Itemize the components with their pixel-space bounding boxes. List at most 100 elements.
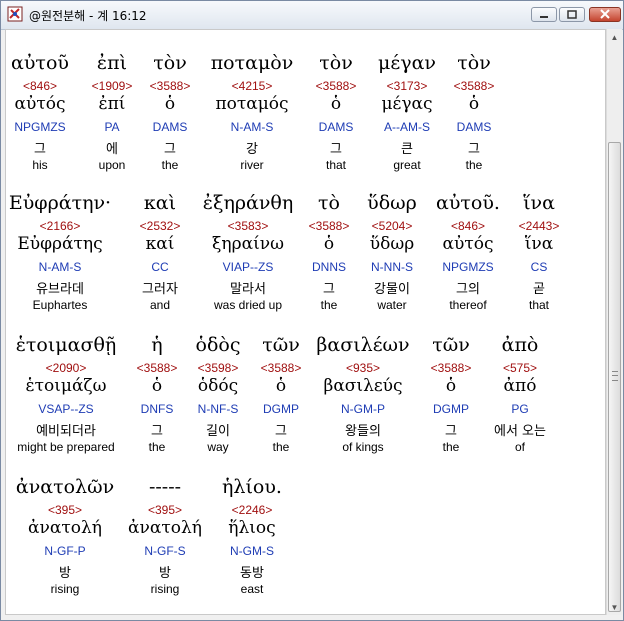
lemma: ὁ <box>151 376 163 396</box>
strong-number: <3598> <box>197 361 239 375</box>
parsing-code: N-AM-S <box>38 260 82 274</box>
parsing-code: NPGMZS <box>14 120 66 134</box>
strong-number: <2443> <box>518 219 560 233</box>
lemma: ὁ <box>164 94 176 114</box>
parsing-code: CC <box>151 260 169 274</box>
parsing-code: N-GM-S <box>230 544 274 558</box>
greek-word: τὸν <box>457 52 491 74</box>
english-gloss: great <box>393 158 421 172</box>
interlinear-text-area[interactable]: αὐτοῦ <846> αὐτός NPGMZS 그 his ἐπὶ <1909> ἐπί PA 에… <box>5 29 606 615</box>
parsing-code: NPGMZS <box>442 260 494 274</box>
lemma: ὁδός <box>197 376 239 396</box>
korean-gloss: 에서 오는 <box>494 424 546 439</box>
english-gloss: water <box>377 298 407 312</box>
greek-word: ποταμὸν <box>210 52 294 74</box>
parsing-code: PG <box>511 402 529 416</box>
lemma: ὁ <box>330 94 342 114</box>
greek-word: τὸν <box>153 52 187 74</box>
korean-gloss: 강물이 <box>374 282 410 297</box>
app-window: @원전분해 - 계 16:12 αὐτοῦ <846> αὐτός NPGMZS 그 hi… <box>0 0 624 621</box>
korean-gloss: 유브라데 <box>36 282 84 297</box>
greek-word: ἐξηράνθη <box>202 192 294 214</box>
strong-number: <935> <box>345 361 381 375</box>
strong-number: <3173> <box>386 79 428 93</box>
greek-word: ἐπὶ <box>96 52 128 74</box>
english-gloss: river <box>240 158 264 172</box>
app-icon <box>7 6 23 22</box>
english-gloss: the <box>442 440 460 454</box>
parsing-code: DGMP <box>263 402 299 416</box>
scroll-down-icon: ▼ <box>610 602 619 612</box>
strong-number: <3583> <box>227 219 269 233</box>
korean-gloss: 그 <box>151 424 163 439</box>
strong-number: <2246> <box>231 503 273 517</box>
strong-number: <395> <box>147 503 183 517</box>
english-gloss: that <box>325 158 347 172</box>
scrollbar-thumb[interactable] <box>608 142 621 612</box>
greek-word: ἡ <box>151 334 163 356</box>
greek-word: τὸν <box>319 52 353 74</box>
korean-gloss: 그 <box>164 142 176 157</box>
korean-gloss: 큰 <box>401 142 413 157</box>
greek-word: τῶν <box>432 334 470 356</box>
korean-gloss: 곧 <box>533 282 545 297</box>
lemma: αὐτός <box>442 234 494 254</box>
greek-word: Εὐφράτην· <box>8 192 112 214</box>
greek-word: ἀνατολῶν <box>15 476 115 498</box>
vertical-scrollbar[interactable]: ▲ ▼ <box>606 29 622 615</box>
minimize-button[interactable] <box>531 7 557 22</box>
parsing-code: DGMP <box>433 402 469 416</box>
strong-number: <3588> <box>260 361 302 375</box>
greek-word: ὁδὸς <box>195 334 241 356</box>
window-title: @원전분해 - 계 16:12 <box>29 9 147 23</box>
blank-area <box>6 30 66 46</box>
greek-word: τὸ <box>318 192 340 214</box>
greek-word: ἡλίου. <box>222 476 282 498</box>
parsing-code: DNFS <box>140 402 174 416</box>
minimize-icon <box>540 16 548 18</box>
parsing-code: N-NF-S <box>197 402 239 416</box>
title-bar[interactable]: @원전분해 - 계 16:12 <box>1 1 623 30</box>
english-gloss: and <box>149 298 171 312</box>
english-gloss: rising <box>150 582 180 596</box>
korean-gloss: 예비되더라 <box>36 424 96 439</box>
korean-gloss: 말라서 <box>230 282 266 297</box>
korean-gloss: 그 <box>330 142 342 157</box>
english-gloss: the <box>320 298 338 312</box>
scroll-up-arrow[interactable]: ▲ <box>607 29 622 45</box>
lemma: ἀνατολή <box>28 518 102 538</box>
greek-word: ----- <box>148 476 182 498</box>
close-button[interactable] <box>589 7 621 22</box>
english-gloss: the <box>148 440 166 454</box>
korean-gloss: 그 <box>323 282 335 297</box>
lemma: μέγας <box>381 94 433 114</box>
lemma: ἥλιος <box>228 518 276 538</box>
lemma: ἀνατολή <box>128 518 202 538</box>
scroll-up-icon: ▲ <box>610 32 619 42</box>
korean-gloss: 에 <box>106 142 118 157</box>
lemma: ἀπό <box>503 376 537 396</box>
strong-number: <846> <box>22 79 58 93</box>
strong-number: <2090> <box>45 361 87 375</box>
parsing-code: DAMS <box>456 120 492 134</box>
maximize-button[interactable] <box>559 7 585 22</box>
english-gloss: might be prepared <box>17 440 115 454</box>
parsing-code: N-GF-P <box>44 544 86 558</box>
scroll-down-arrow[interactable]: ▼ <box>607 599 622 615</box>
close-icon <box>600 9 610 19</box>
korean-gloss: 그러자 <box>142 282 178 297</box>
english-gloss: thereof <box>449 298 487 312</box>
maximize-icon <box>567 10 577 19</box>
strong-number: <2532> <box>139 219 181 233</box>
english-gloss: the <box>465 158 483 172</box>
parsing-code: PA <box>104 120 120 134</box>
strong-number: <5204> <box>371 219 413 233</box>
parsing-code: N-AM-S <box>230 120 274 134</box>
greek-word: τῶν <box>262 334 300 356</box>
lemma: Εὐφράτης <box>17 234 103 254</box>
parsing-code: N-GF-S <box>144 544 186 558</box>
greek-word: ἀπὸ <box>501 334 539 356</box>
lemma: καί <box>145 234 175 254</box>
korean-gloss: 왕들의 <box>345 424 381 439</box>
greek-word: ἵνα <box>523 192 555 214</box>
